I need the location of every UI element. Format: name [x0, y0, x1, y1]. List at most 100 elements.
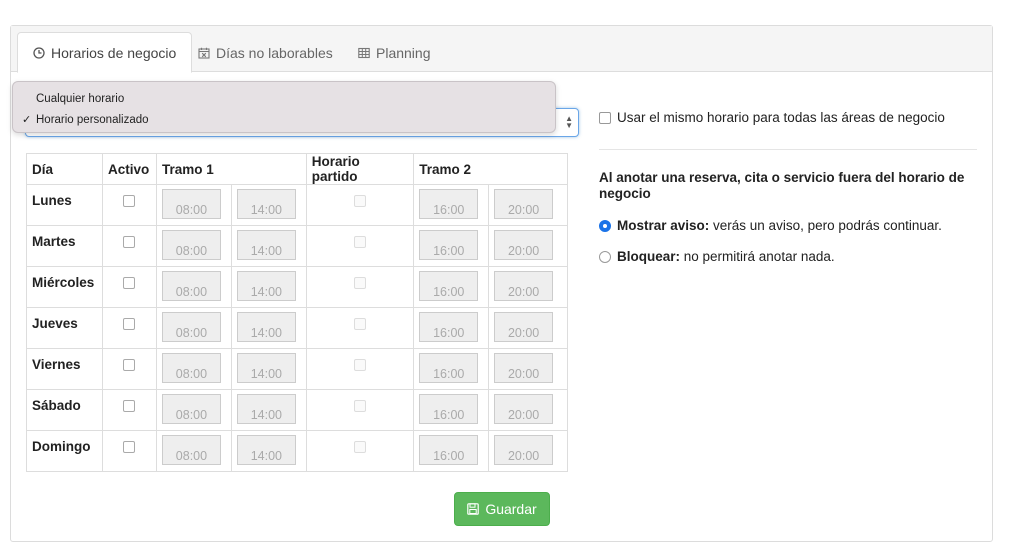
slot2-to-input[interactable]: 20:00	[494, 394, 554, 424]
slot1-to-input[interactable]: 14:00	[236, 189, 296, 219]
active-cell	[101, 266, 157, 308]
dropdown-option-any[interactable]: Cualquier horario	[13, 89, 555, 110]
radio-button[interactable]	[599, 250, 611, 263]
slot1-from-input[interactable]: 08:00	[161, 189, 221, 219]
save-button[interactable]: Guardar	[454, 492, 550, 526]
table-row: Jueves 08:00 14:00 16:00 20:00	[26, 307, 568, 349]
slot1-from-cell: 08:00	[155, 348, 232, 390]
slot2-from-cell: 16:00	[413, 430, 490, 472]
slot2-to-input[interactable]: 20:00	[494, 312, 554, 342]
tab-label: Horarios de negocio	[51, 44, 177, 61]
tab-business-hours[interactable]: Horarios de negocio	[17, 32, 193, 73]
slot1-to-cell: 14:00	[230, 348, 307, 390]
slot1-to-cell: 14:00	[230, 307, 307, 349]
slot1-to-input[interactable]: 14:00	[236, 394, 296, 424]
slot2-to-cell: 20:00	[488, 266, 568, 308]
checkmark-icon: ✓	[22, 114, 32, 126]
slot1-to-input[interactable]: 14:00	[236, 353, 296, 383]
slot1-to-input[interactable]: 14:00	[236, 230, 296, 260]
slot2-to-input[interactable]: 20:00	[494, 230, 554, 260]
split-cell	[305, 184, 415, 226]
divider	[599, 149, 977, 150]
active-checkbox[interactable]	[123, 277, 136, 289]
same-schedule-option[interactable]: Usar el mismo horario para todas las áre…	[599, 110, 945, 125]
slot1-from-cell: 08:00	[155, 389, 232, 431]
slot1-from-cell: 08:00	[155, 184, 232, 226]
floppy-disk-icon	[467, 503, 480, 515]
day-label: Jueves	[26, 307, 103, 349]
slot2-to-input[interactable]: 20:00	[494, 435, 554, 465]
slot1-from-input[interactable]: 08:00	[161, 312, 221, 342]
split-cell	[305, 266, 415, 308]
slot2-to-cell: 20:00	[488, 225, 568, 267]
slot1-from-cell: 08:00	[155, 266, 232, 308]
slot2-from-input[interactable]: 16:00	[419, 230, 479, 260]
table-row: Miércoles 08:00 14:00 16:00 20:00	[26, 266, 568, 308]
split-checkbox[interactable]	[353, 359, 366, 371]
split-cell	[305, 389, 415, 431]
table-row: Martes 08:00 14:00 16:00 20:00	[26, 225, 568, 267]
active-checkbox[interactable]	[123, 195, 136, 207]
slot1-from-input[interactable]: 08:00	[161, 435, 221, 465]
split-checkbox[interactable]	[353, 400, 366, 412]
active-cell	[101, 184, 157, 226]
calendar-x-icon	[198, 47, 210, 59]
tab-planning[interactable]: Planning	[343, 32, 446, 73]
radio-button[interactable]	[599, 219, 611, 232]
active-checkbox[interactable]	[123, 359, 136, 371]
split-checkbox[interactable]	[353, 195, 366, 207]
day-label: Lunes	[26, 184, 103, 226]
slot2-from-input[interactable]: 16:00	[419, 353, 479, 383]
active-checkbox[interactable]	[123, 400, 136, 412]
business-hours-panel: Horarios de negocio Días no laborables P…	[10, 25, 993, 542]
slot1-to-cell: 14:00	[230, 389, 307, 431]
split-checkbox[interactable]	[353, 318, 366, 330]
slot1-to-input[interactable]: 14:00	[236, 435, 296, 465]
dropdown-option-custom[interactable]: ✓ Horario personalizado	[13, 110, 555, 131]
slot1-to-cell: 14:00	[230, 184, 307, 226]
tab-bar: Horarios de negocio Días no laborables P…	[11, 26, 992, 73]
slot2-from-input[interactable]: 16:00	[419, 271, 479, 301]
radio-block[interactable]: Bloquear: no permitirá anotar nada.	[599, 249, 835, 264]
slot1-to-cell: 14:00	[230, 266, 307, 308]
slot1-from-input[interactable]: 08:00	[161, 394, 221, 424]
slot2-from-input[interactable]: 16:00	[419, 394, 479, 424]
active-checkbox[interactable]	[123, 441, 136, 453]
active-checkbox[interactable]	[123, 236, 136, 248]
schedule-table: Día Activo Tramo 1 Horario partido Tramo…	[26, 153, 568, 472]
day-label: Sábado	[26, 389, 103, 431]
select-arrows-icon: ▲ ▼	[565, 114, 573, 130]
slot1-to-cell: 14:00	[230, 430, 307, 472]
slot2-from-input[interactable]: 16:00	[419, 435, 479, 465]
tab-non-working-days[interactable]: Días no laborables	[183, 32, 348, 73]
slot1-from-input[interactable]: 08:00	[161, 230, 221, 260]
day-label: Miércoles	[26, 266, 103, 308]
slot2-to-input[interactable]: 20:00	[494, 353, 554, 383]
slot2-from-input[interactable]: 16:00	[419, 312, 479, 342]
same-schedule-checkbox[interactable]	[599, 111, 611, 124]
split-checkbox[interactable]	[353, 441, 366, 453]
slot2-from-cell: 16:00	[413, 348, 490, 390]
slot2-from-cell: 16:00	[413, 266, 490, 308]
split-checkbox[interactable]	[353, 236, 366, 248]
active-checkbox[interactable]	[123, 318, 136, 330]
slot2-from-cell: 16:00	[413, 389, 490, 431]
day-label: Martes	[26, 225, 103, 267]
slot2-from-input[interactable]: 16:00	[419, 189, 479, 219]
slot1-to-input[interactable]: 14:00	[236, 312, 296, 342]
slot2-to-cell: 20:00	[488, 348, 568, 390]
header-active: Activo	[101, 153, 157, 185]
slot1-from-input[interactable]: 08:00	[161, 353, 221, 383]
slot2-from-cell: 16:00	[413, 184, 490, 226]
warn-text: verás un aviso, pero podrás continuar.	[709, 218, 942, 233]
radio-show-warning[interactable]: Mostrar aviso: verás un aviso, pero podr…	[599, 218, 942, 233]
slot1-to-input[interactable]: 14:00	[236, 271, 296, 301]
split-cell	[305, 348, 415, 390]
slot2-to-input[interactable]: 20:00	[494, 189, 554, 219]
slot1-from-input[interactable]: 08:00	[161, 271, 221, 301]
slot2-to-cell: 20:00	[488, 184, 568, 226]
slot2-to-input[interactable]: 20:00	[494, 271, 554, 301]
split-cell	[305, 225, 415, 267]
table-row: Viernes 08:00 14:00 16:00 20:00	[26, 348, 568, 390]
split-checkbox[interactable]	[353, 277, 366, 289]
